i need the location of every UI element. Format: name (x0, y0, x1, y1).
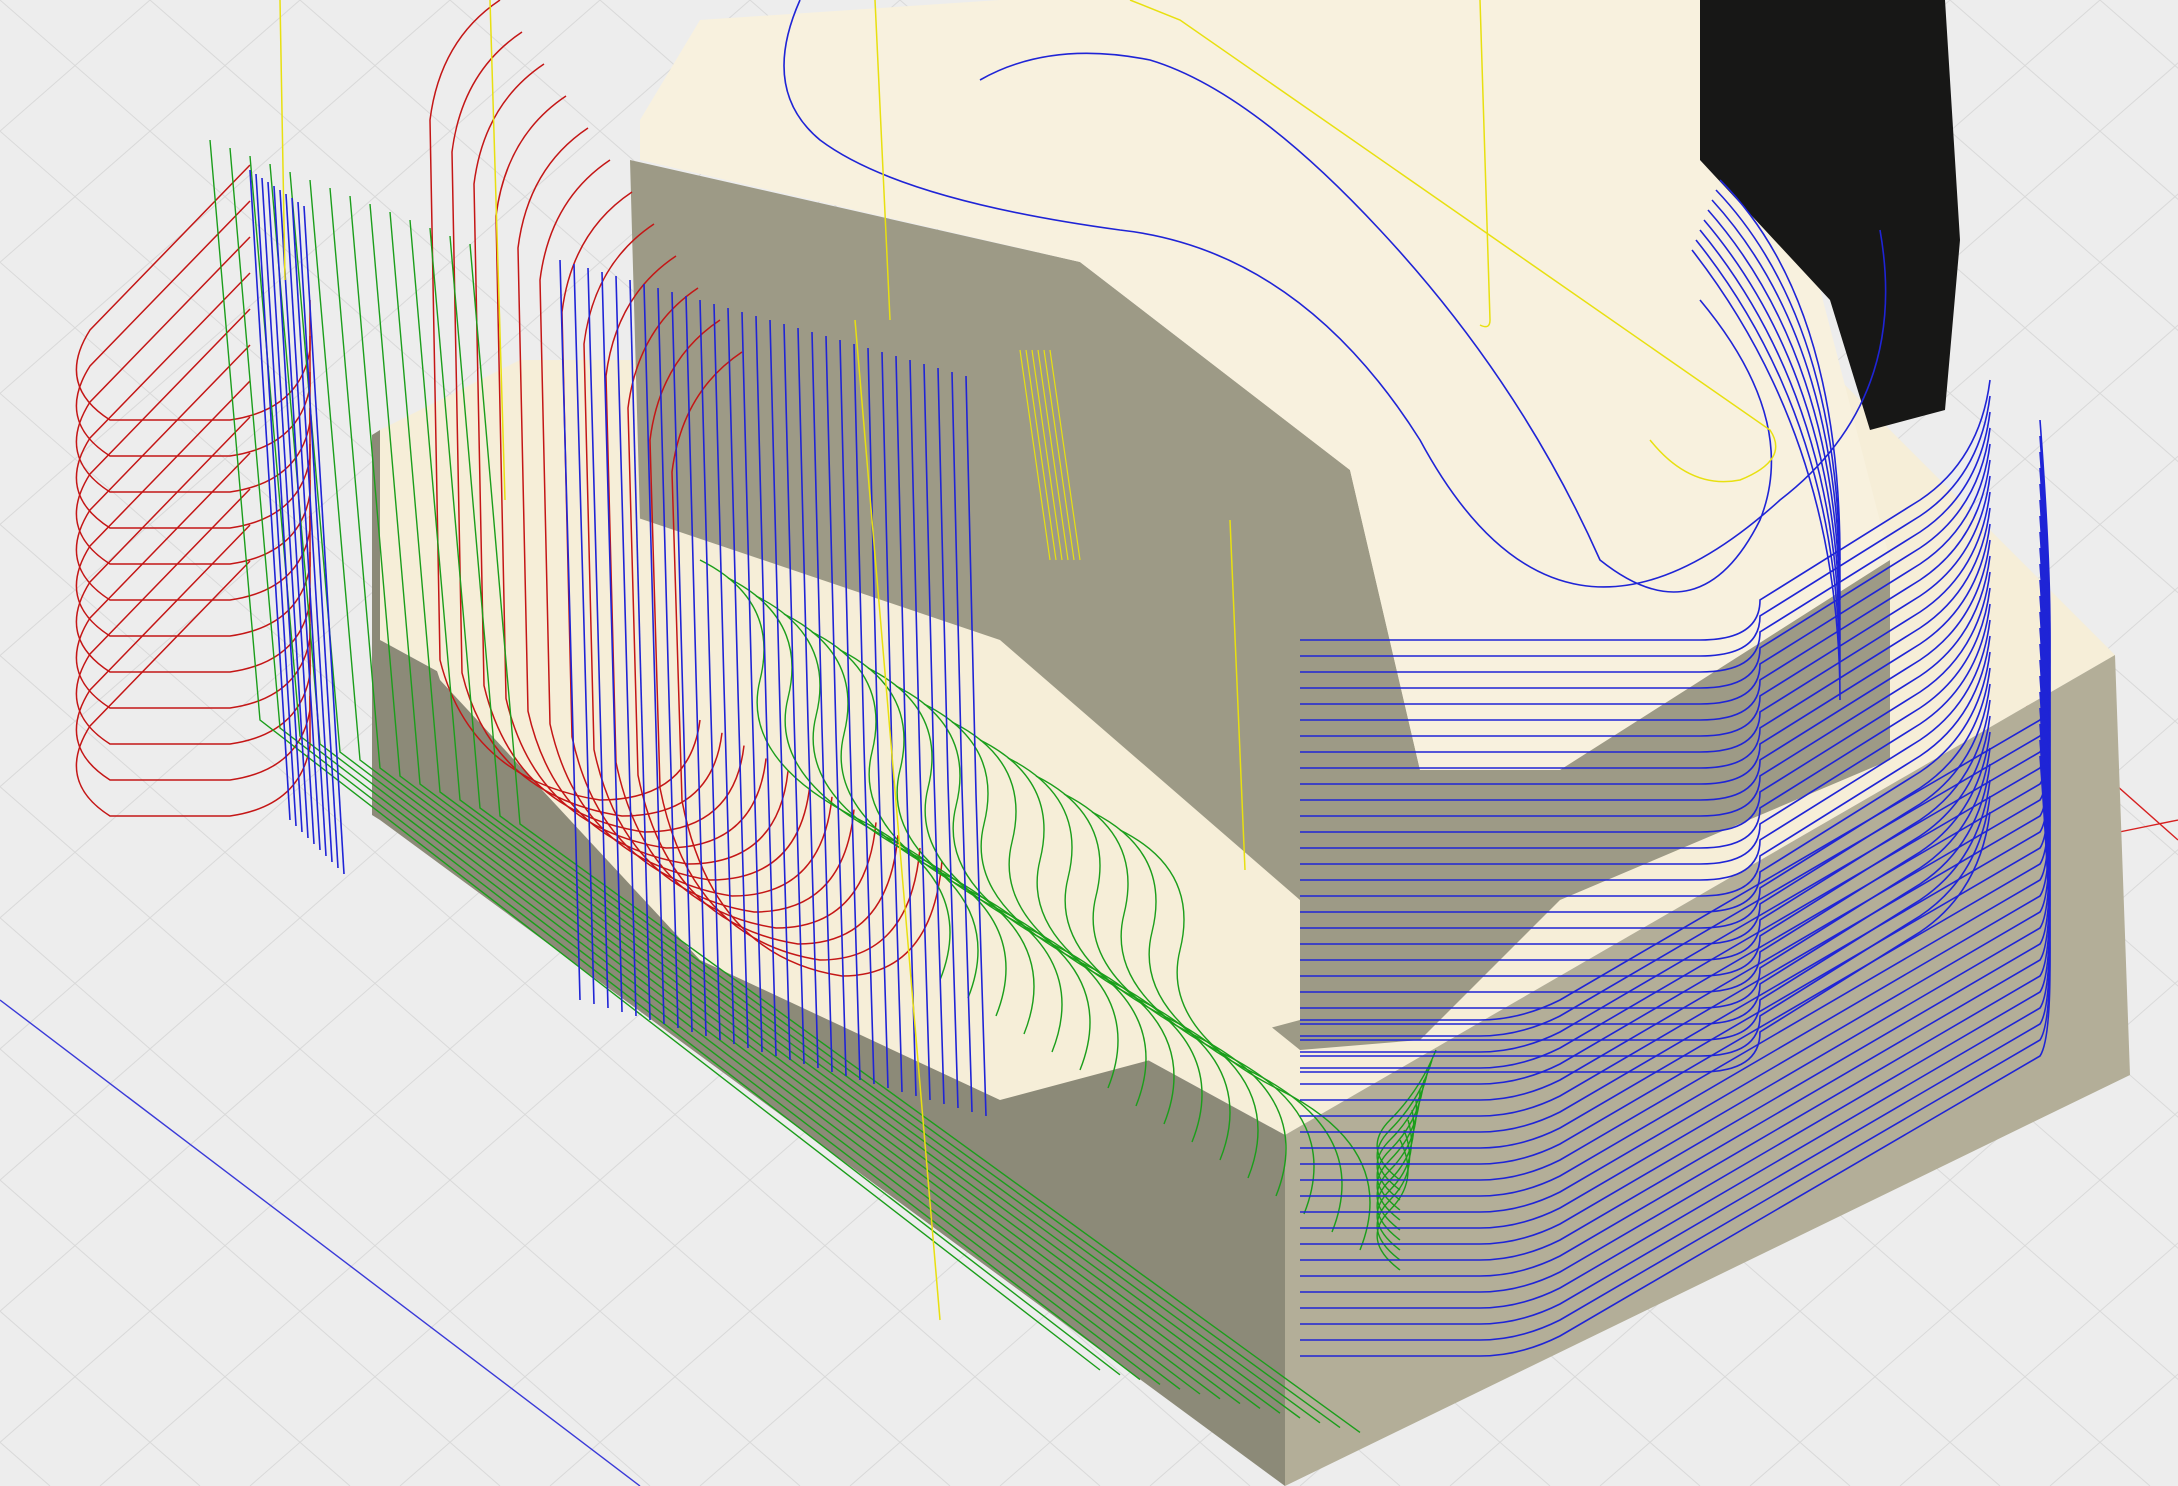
ramp-loop-left[interactable] (75, 308, 311, 565)
ramp-loop-left[interactable] (75, 236, 311, 493)
3d-viewport[interactable] (0, 0, 2178, 1486)
machined-part[interactable] (372, 0, 2130, 1486)
grid-line (0, 1441, 51, 1486)
grid-line (0, 0, 151, 132)
y-axis-line (0, 999, 641, 1486)
cam-scene[interactable] (0, 0, 2178, 1486)
ramp-loop-left[interactable] (75, 200, 311, 457)
